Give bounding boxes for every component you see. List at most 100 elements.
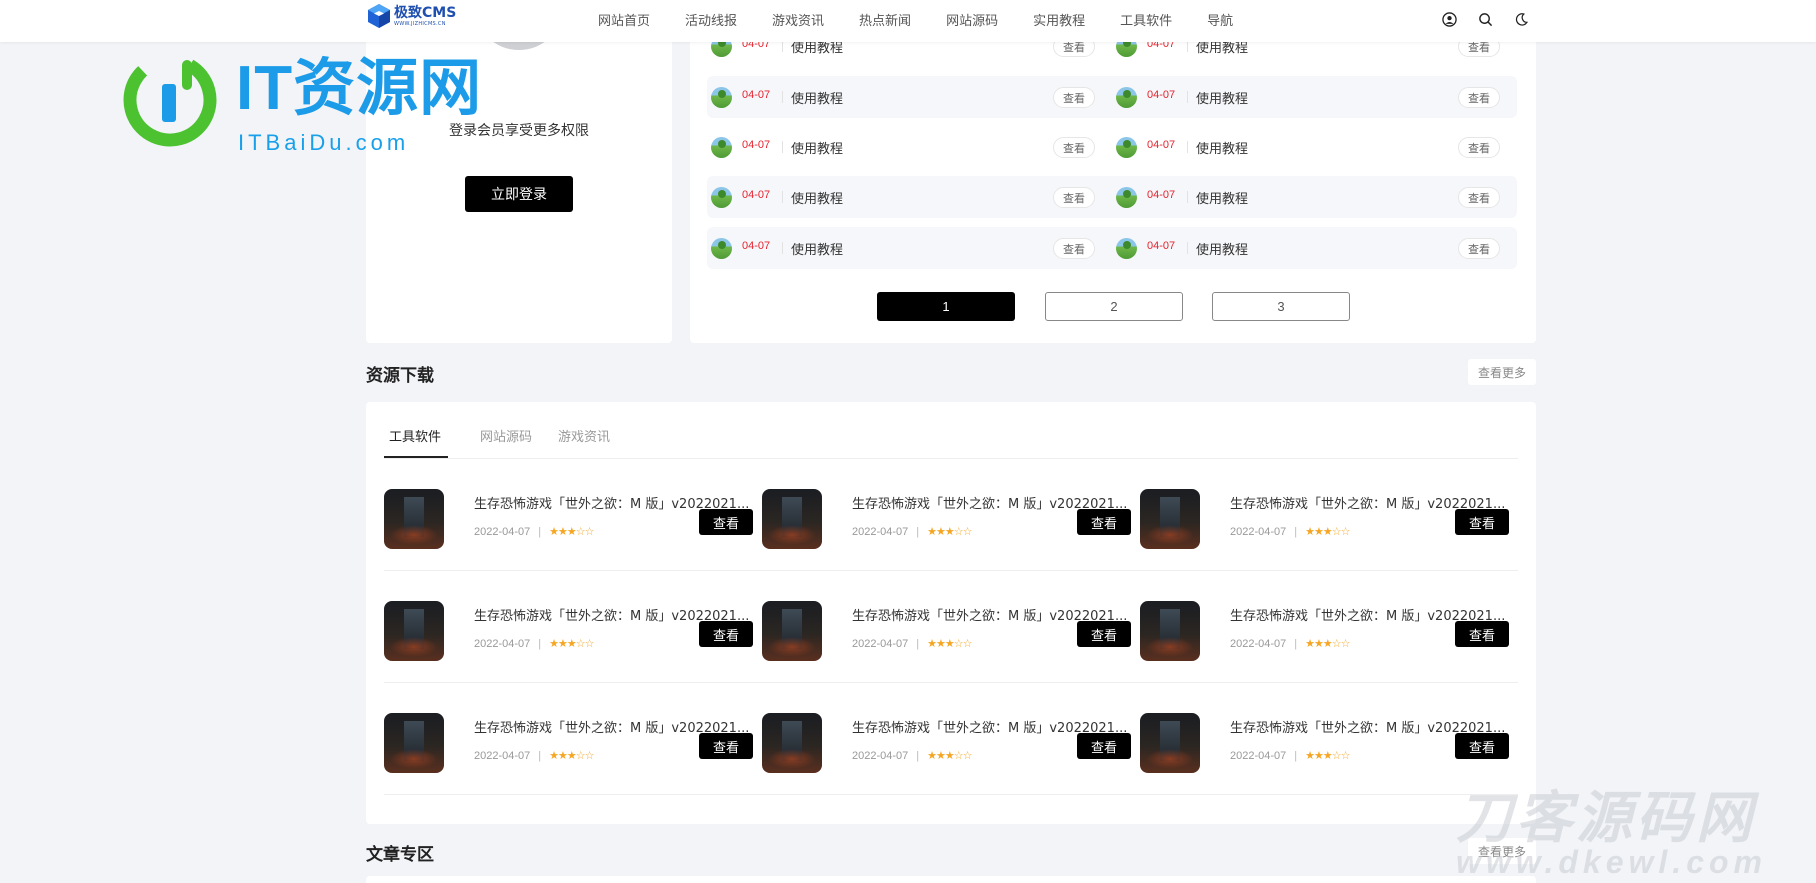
view-resource-button[interactable]: 查看 [1077, 509, 1131, 535]
nav-item-home[interactable]: 网站首页 [598, 10, 650, 29]
watermark-logo-icon [123, 53, 217, 147]
view-resource-button[interactable]: 查看 [699, 733, 753, 759]
game-thumbnail[interactable] [384, 601, 444, 661]
view-button[interactable]: 查看 [1458, 238, 1500, 259]
resource-row: 生存恐怖游戏「世外之欲：M 版」v2022021... 2022-04-07 | ★… [384, 571, 1518, 683]
search-icon[interactable] [1476, 10, 1494, 28]
list-title[interactable]: 使用教程 [1196, 239, 1248, 258]
nav-item-game-news[interactable]: 游戏资讯 [772, 10, 824, 29]
resource-item[interactable]: 生存恐怖游戏「世外之欲：M 版」v2022021... 2022-04-07 | ★… [762, 713, 1140, 773]
list-item[interactable]: 04-07 使用教程 查看 [1112, 126, 1517, 168]
list-title[interactable]: 使用教程 [791, 138, 843, 157]
list-title[interactable]: 使用教程 [1196, 88, 1248, 107]
view-button[interactable]: 查看 [1053, 137, 1095, 158]
view-button[interactable]: 查看 [1053, 238, 1095, 259]
rating-stars: ★★★☆☆ [927, 749, 972, 762]
page-button-2[interactable]: 2 [1045, 292, 1183, 321]
list-item[interactable]: 04-07 使用教程 查看 [707, 76, 1112, 118]
resource-item[interactable]: 生存恐怖游戏「世外之欲：M 版」v2022021... 2022-04-07 | ★… [384, 713, 762, 773]
resource-meta: 2022-04-07 | ★★★☆☆ [852, 637, 972, 650]
nav-item-site-source[interactable]: 网站源码 [946, 10, 998, 29]
resource-item[interactable]: 生存恐怖游戏「世外之欲：M 版」v2022021... 2022-04-07 | ★… [1140, 713, 1518, 773]
game-thumbnail[interactable] [762, 489, 822, 549]
site-logo[interactable]: 极致CMS WWW.JIZHICMS.CN [367, 3, 456, 29]
nav-item-activities[interactable]: 活动线报 [685, 10, 737, 29]
resource-item[interactable]: 生存恐怖游戏「世外之欲：M 版」v2022021... 2022-04-07 | ★… [762, 601, 1140, 661]
list-item[interactable]: 04-07 使用教程 查看 [1112, 176, 1517, 218]
list-row: 04-07 使用教程 查看 04-07 使用教程 查看 [707, 76, 1517, 118]
login-button[interactable]: 立即登录 [465, 176, 573, 212]
list-item[interactable]: 04-07 使用教程 查看 [707, 126, 1112, 168]
list-thumb [1116, 238, 1137, 259]
tutorial-list-card: 04-07 使用教程 查看 04-07 使用教程 查看 04-07 使用教程 查… [690, 0, 1536, 343]
list-thumb [1116, 87, 1137, 108]
view-resource-button[interactable]: 查看 [699, 509, 753, 535]
view-button[interactable]: 查看 [1053, 87, 1095, 108]
logo-url: WWW.JIZHICMS.CN [394, 21, 446, 27]
tab-game-news[interactable]: 游戏资讯 [558, 426, 610, 445]
list-title[interactable]: 使用教程 [791, 88, 843, 107]
list-title[interactable]: 使用教程 [791, 239, 843, 258]
resource-item[interactable]: 生存恐怖游戏「世外之欲：M 版」v2022021... 2022-04-07 | ★… [1140, 489, 1518, 549]
list-thumb [1116, 137, 1137, 158]
resource-item[interactable]: 生存恐怖游戏「世外之欲：M 版」v2022021... 2022-04-07 | ★… [1140, 601, 1518, 661]
list-item[interactable]: 04-07 使用教程 查看 [1112, 76, 1517, 118]
list-row: 04-07 使用教程 查看 04-07 使用教程 查看 [707, 126, 1517, 168]
nav-item-hot-news[interactable]: 热点新闻 [859, 10, 911, 29]
resource-row: 生存恐怖游戏「世外之欲：M 版」v2022021... 2022-04-07 | ★… [384, 683, 1518, 795]
main-nav: 网站首页 活动线报 游戏资讯 热点新闻 网站源码 实用教程 工具软件 导航 [598, 0, 1268, 38]
resources-more-button[interactable]: 查看更多 [1468, 359, 1536, 385]
resource-date: 2022-04-07 [1230, 750, 1287, 762]
view-resource-button[interactable]: 查看 [1455, 509, 1509, 535]
tab-tools[interactable]: 工具软件 [389, 426, 441, 445]
nav-item-tutorials[interactable]: 实用教程 [1033, 10, 1085, 29]
list-title[interactable]: 使用教程 [791, 188, 843, 207]
tab-site-source[interactable]: 网站源码 [480, 426, 532, 445]
list-title[interactable]: 使用教程 [1196, 138, 1248, 157]
resource-item[interactable]: 生存恐怖游戏「世外之欲：M 版」v2022021... 2022-04-07 | ★… [384, 489, 762, 549]
moon-icon[interactable] [1512, 10, 1530, 28]
view-resource-button[interactable]: 查看 [1455, 621, 1509, 647]
resource-tabs: 工具软件 网站源码 游戏资讯 [384, 402, 1518, 459]
nav-item-navigation[interactable]: 导航 [1207, 10, 1233, 29]
view-resource-button[interactable]: 查看 [1077, 733, 1131, 759]
page-button-1[interactable]: 1 [877, 292, 1015, 321]
section-title-articles: 文章专区 [366, 845, 434, 865]
list-item[interactable]: 04-07 使用教程 查看 [707, 176, 1112, 218]
game-thumbnail[interactable] [1140, 489, 1200, 549]
list-item[interactable]: 04-07 使用教程 查看 [1112, 227, 1517, 269]
list-thumb [711, 137, 732, 158]
cube-logo-icon [368, 4, 390, 28]
game-thumbnail[interactable] [762, 601, 822, 661]
list-item[interactable]: 04-07 使用教程 查看 [707, 227, 1112, 269]
game-thumbnail[interactable] [762, 713, 822, 773]
page-button-3[interactable]: 3 [1212, 292, 1350, 321]
view-button[interactable]: 查看 [1458, 87, 1500, 108]
view-resource-button[interactable]: 查看 [1455, 733, 1509, 759]
dk-watermark: 刀客源码网 www.dkewl.com [1456, 788, 1806, 883]
rating-stars: ★★★☆☆ [549, 749, 594, 762]
view-button[interactable]: 查看 [1458, 187, 1500, 208]
resource-item[interactable]: 生存恐怖游戏「世外之欲：M 版」v2022021... 2022-04-07 | ★… [384, 601, 762, 661]
rating-stars: ★★★☆☆ [549, 525, 594, 538]
view-resource-button[interactable]: 查看 [699, 621, 753, 647]
dk-watermark-sub: www.dkewl.com [1456, 844, 1767, 880]
resource-meta: 2022-04-07 | ★★★☆☆ [474, 637, 594, 650]
nav-item-tools[interactable]: 工具软件 [1120, 10, 1172, 29]
list-row: 04-07 使用教程 查看 04-07 使用教程 查看 [707, 176, 1517, 218]
resource-item[interactable]: 生存恐怖游戏「世外之欲：M 版」v2022021... 2022-04-07 | ★… [762, 489, 1140, 549]
game-thumbnail[interactable] [1140, 713, 1200, 773]
rating-stars: ★★★☆☆ [1305, 525, 1350, 538]
user-icon[interactable] [1440, 10, 1458, 28]
it-watermark-title: IT资源网 [236, 54, 483, 123]
game-thumbnail[interactable] [384, 489, 444, 549]
game-thumbnail[interactable] [384, 713, 444, 773]
view-button[interactable]: 查看 [1458, 137, 1500, 158]
game-thumbnail[interactable] [1140, 601, 1200, 661]
view-button[interactable]: 查看 [1053, 187, 1095, 208]
resource-row: 生存恐怖游戏「世外之欲：M 版」v2022021... 2022-04-07 | ★… [384, 459, 1518, 571]
list-title[interactable]: 使用教程 [1196, 188, 1248, 207]
resource-date: 2022-04-07 [474, 638, 531, 650]
it-watermark: IT资源网 ITBaiDu.com [120, 46, 510, 156]
view-resource-button[interactable]: 查看 [1077, 621, 1131, 647]
